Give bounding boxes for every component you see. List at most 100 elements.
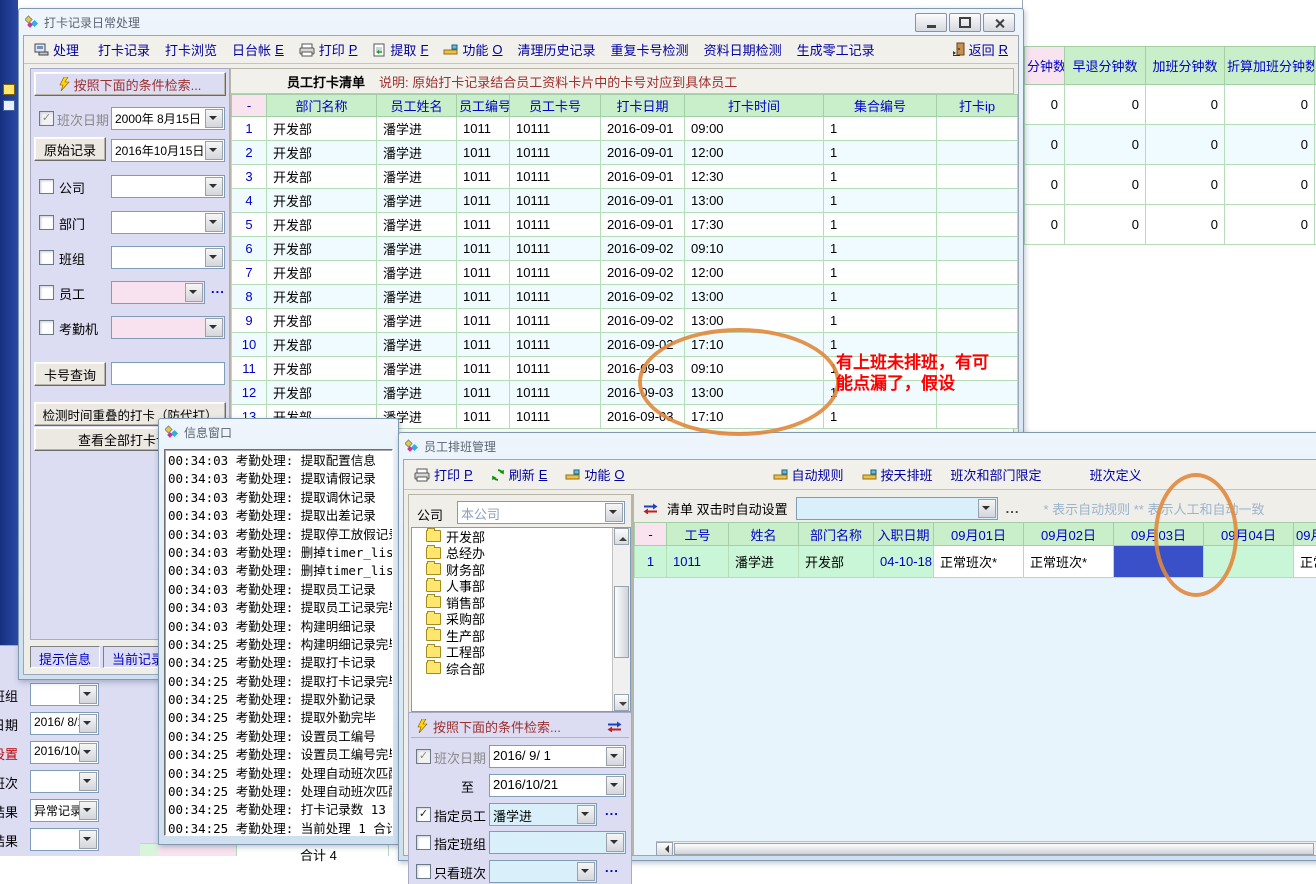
toolbar-item-extract[interactable]: 提取F [372,40,428,59]
punch-record-row[interactable]: 8 开发部 潘学进 1011 10111 2016-09-02 13:00 1 [232,285,1018,309]
card-query-input[interactable] [111,362,225,385]
col-hire-date[interactable]: 入职日期 [874,523,934,546]
cell-shift-sep05-partial[interactable]: 正常 [1294,546,1316,578]
tree-item-department[interactable]: 销售部 [412,594,630,611]
chevron-down-icon[interactable] [606,833,624,852]
chevron-down-icon[interactable] [79,772,97,791]
toolbar-item-punch-records[interactable]: 打卡记录 [98,40,150,59]
chevron-down-icon[interactable] [205,109,223,128]
chevron-down-icon[interactable] [577,862,595,881]
punch-record-row[interactable]: 7 开发部 潘学进 1011 10111 2016-09-02 12:00 1 [232,261,1018,285]
horizontal-scrollbar[interactable] [656,841,1316,855]
col-time[interactable]: 打卡时间 [685,95,824,117]
col-sep01[interactable]: 09月01日 [934,523,1024,546]
tree-item-department[interactable]: 工程部 [412,644,630,661]
punch-record-row[interactable]: 4 开发部 潘学进 1011 10111 2016-09-01 13:00 1 [232,189,1018,213]
company-combo[interactable]: 本公司 [457,501,625,524]
machine-combo[interactable] [111,316,225,339]
col-sep02[interactable]: 09月02日 [1024,523,1114,546]
punch-record-row[interactable]: 5 开发部 潘学进 1011 10111 2016-09-01 17:30 1 [232,213,1018,237]
toolbar-item-day-schedule[interactable]: 按天排班 [862,465,933,484]
employee-combo[interactable] [111,281,205,304]
employee-checkbox[interactable] [39,285,54,300]
col-date[interactable]: 打卡日期 [601,95,685,117]
summary-row[interactable]: 0 0 0 0 0 [1025,85,1316,125]
punch-record-row[interactable]: 6 开发部 潘学进 1011 10111 2016-09-02 09:10 1 [232,237,1018,261]
cell-name[interactable]: 潘学进 [377,117,457,141]
team-combo[interactable] [489,831,626,854]
tree-item-department[interactable]: 采购部 [412,611,630,628]
scroll-down-button[interactable] [614,694,629,711]
chevron-down-icon[interactable] [205,248,223,267]
tree-item-department[interactable]: 生产部 [412,627,630,644]
company-checkbox[interactable] [39,179,54,194]
company-combo[interactable] [111,175,225,198]
auto-set-browse-button[interactable]: ... [1006,501,1020,516]
toolbar-item-shift-define[interactable]: 班次定义 [1090,465,1142,484]
chevron-down-icon[interactable] [79,714,97,733]
chevron-down-icon[interactable] [205,177,223,196]
tree-item-department[interactable]: 总经办 [412,545,630,562]
swap-arrows-icon[interactable] [642,502,659,514]
employee-combo[interactable]: 潘学进 [489,803,597,826]
chevron-down-icon[interactable] [79,685,97,704]
summary-row[interactable]: 0 0 0 0 0 [1025,205,1316,245]
toolbar-item-print[interactable]: 打印P [414,465,473,484]
toolbar-item-date-check[interactable]: 资料日期检测 [704,40,782,59]
toolbar-item-shift-dept-limit[interactable]: 班次和部门限定 [951,465,1042,484]
shift-only-browse-button[interactable]: ... [605,860,619,875]
team-checkbox[interactable] [416,835,431,850]
toolbar-item-gen-records[interactable]: 生成零工记录 [797,40,875,59]
toolbar-item-punch-browse[interactable]: 打卡浏览 [165,40,217,59]
scrollbar-thumb[interactable] [614,586,629,658]
summary-row[interactable]: 0 0 0 0 0 [1025,165,1316,205]
col-empno[interactable]: 工号 [667,523,729,546]
title-bar[interactable]: 打卡记录日常处理 [25,13,140,31]
col-cardno[interactable]: 员工卡号 [510,95,601,117]
toolbar-item-return[interactable]: 返回R [952,40,1008,59]
cell-name[interactable]: 潘学进 [377,189,457,213]
scrollbar-thumb[interactable] [674,843,1314,855]
col-empno[interactable]: 员工编号 [457,95,510,117]
field-combo[interactable]: 异常记录 [30,799,99,822]
cell-name[interactable]: 潘学进 [377,309,457,333]
employee-checkbox[interactable]: ✓ [416,807,431,822]
cell-name[interactable]: 潘学进 [377,213,457,237]
cell-shift-sep01[interactable]: 正常班次* [934,546,1024,578]
shift-date-checkbox[interactable]: ✓ [39,111,54,126]
tree-item-department[interactable]: 综合部 [412,660,630,677]
cell-shift-sep02[interactable]: 正常班次* [1024,546,1114,578]
team-combo[interactable] [111,246,225,269]
cell-name[interactable]: 潘学进 [377,333,457,357]
machine-checkbox[interactable] [39,320,54,335]
employee-browse-button[interactable]: ... [211,281,225,296]
auto-set-combo[interactable] [796,497,998,520]
field-combo[interactable] [30,770,99,793]
tree-item-department[interactable]: 财务部 [412,561,630,578]
col-index[interactable]: - [635,523,667,546]
col-dept[interactable]: 部门名称 [799,523,874,546]
shift-only-checkbox[interactable] [416,864,431,879]
chevron-down-icon[interactable] [185,283,203,302]
title-bar[interactable]: 信息窗口 [165,423,232,441]
cell-name[interactable]: 潘学进 [377,357,457,381]
shift-date-checkbox[interactable]: ✓ [416,749,431,764]
title-bar[interactable]: 员工排班管理 [405,437,496,455]
chevron-down-icon[interactable] [205,141,223,160]
cell-name[interactable]: 潘学进 [377,261,457,285]
department-checkbox[interactable] [39,215,54,230]
info-window[interactable]: 信息窗口 00:34:03 考勤处理: 提取配置信息00:34:03 考勤处理:… [158,418,399,845]
scroll-left-button[interactable] [656,842,673,856]
toolbar-item-print[interactable]: 打印P [299,40,358,59]
date-from-picker[interactable]: 2016/ 9/ 1 [489,745,626,768]
punch-record-row[interactable]: 9 开发部 潘学进 1011 10111 2016-09-02 13:00 1 [232,309,1018,333]
col-ip[interactable]: 打卡ip [937,95,1018,117]
department-combo[interactable] [111,211,225,234]
toolbar-item-dup-card-check[interactable]: 重复卡号检测 [611,40,689,59]
punch-record-row[interactable]: 1 开发部 潘学进 1011 10111 2016-09-01 09:00 1 [232,117,1018,141]
chevron-down-icon[interactable] [79,801,97,820]
tree-item-department[interactable]: 人事部 [412,578,630,595]
chevron-down-icon[interactable] [205,213,223,232]
chevron-down-icon[interactable] [79,743,97,762]
scroll-up-button[interactable] [614,528,629,545]
